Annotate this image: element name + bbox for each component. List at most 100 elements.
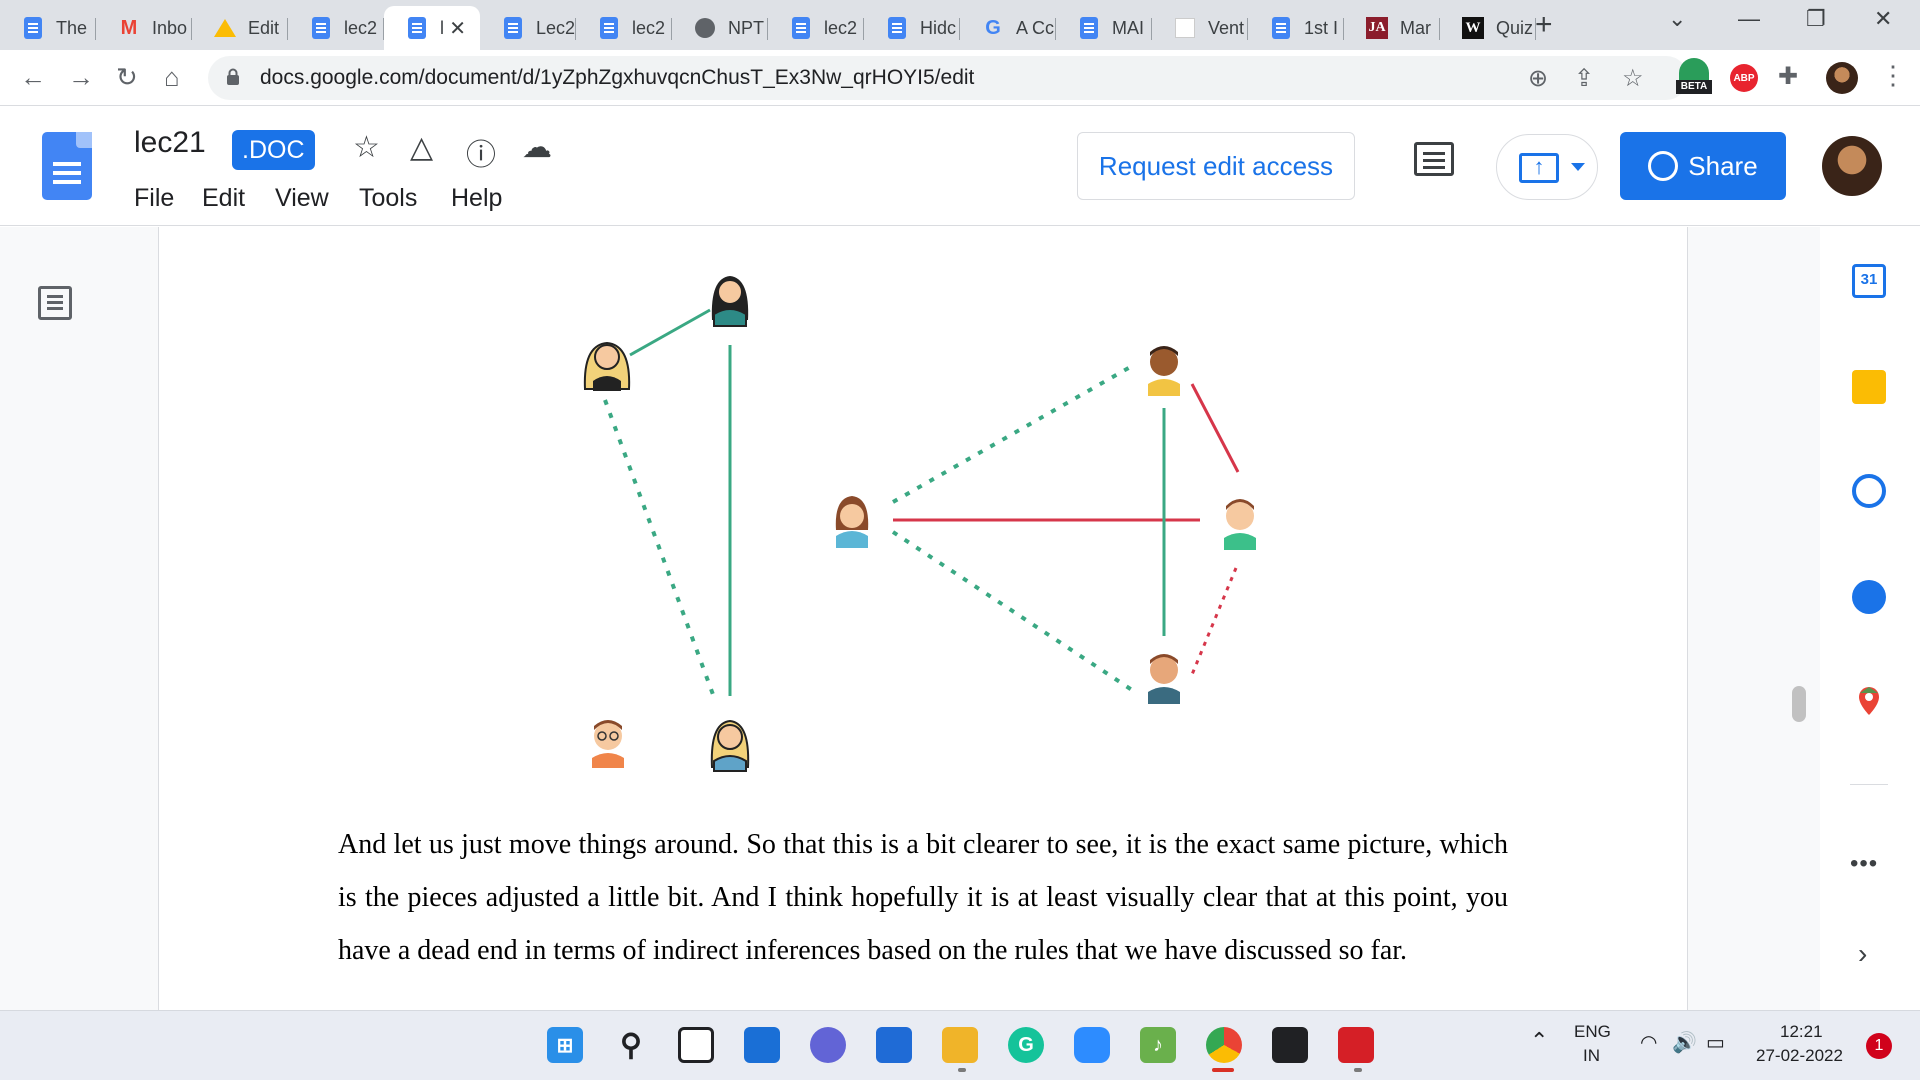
browser-tab[interactable]: M Inbo [96,6,192,50]
docs-logo-icon[interactable] [42,132,92,200]
maps-icon[interactable] [1852,684,1886,718]
globe-icon [694,17,716,39]
music-app-icon[interactable]: ♪ [1140,1027,1176,1063]
tab-search-icon[interactable]: ⌄ [1668,6,1686,32]
doc-format-badge: .DOC [232,130,315,170]
menu-file[interactable]: File [134,184,174,213]
browser-tab[interactable]: lec2 [768,6,864,50]
grammarly-icon[interactable]: G [1008,1027,1044,1063]
chrome-icon[interactable] [1206,1027,1242,1063]
file-explorer-icon[interactable] [942,1027,978,1063]
zoom-app-icon[interactable] [1074,1027,1110,1063]
contacts-icon[interactable] [1852,580,1886,614]
info-icon[interactable]: ⓘ [466,130,496,174]
gmail-icon: M [120,16,138,39]
social-network-diagram [583,276,1256,772]
move-to-drive-icon[interactable]: △ [410,130,433,165]
browser-tab[interactable]: Hidc [864,6,960,50]
browser-tab[interactable]: The [0,6,96,50]
profile-avatar[interactable] [1826,62,1858,94]
minimize-button[interactable]: — [1738,6,1760,32]
tab-label: NPT [728,17,764,38]
acrobat-icon[interactable] [1338,1027,1374,1063]
browser-tab[interactable]: MAI [1056,6,1152,50]
tab-label: lec2 [632,17,666,38]
task-view-icon[interactable] [678,1027,714,1063]
account-avatar[interactable] [1822,136,1882,196]
tab-label: 1st I [1304,17,1339,38]
forward-button[interactable]: → [68,62,94,93]
sticky-notes-icon[interactable] [1272,1027,1308,1063]
docs-icon [790,17,812,39]
browser-tab[interactable]: Edit [192,6,288,50]
w-icon: W [1462,17,1484,39]
tab-label: MAI [1112,17,1145,38]
more-apps-icon[interactable]: ••• [1850,850,1878,878]
share-page-icon[interactable]: ⇪ [1574,64,1594,93]
chevron-right-icon[interactable]: › [1858,938,1867,970]
teams-chat-icon[interactable] [810,1027,846,1063]
edge-positive-inferred [891,530,1134,692]
browser-tab[interactable]: l ✕ [384,6,480,50]
browser-tab[interactable]: W Quiz [1440,6,1536,50]
new-tab-button[interactable]: + [1535,8,1553,42]
share-button[interactable]: Share [1620,132,1786,200]
menu-view[interactable]: View [275,184,329,213]
browser-menu-icon[interactable]: ⋮ [1880,60,1906,91]
zoom-icon[interactable]: ⊕ [1528,64,1548,93]
keep-icon[interactable] [1852,370,1886,404]
language-top[interactable]: ENG [1574,1022,1611,1042]
browser-tab[interactable]: lec2 [288,6,384,50]
tasks-icon[interactable] [1852,474,1886,508]
volume-icon[interactable]: 🔊 [1672,1030,1697,1055]
scrollbar-thumb[interactable] [1792,686,1806,722]
browser-tab[interactable]: G A Cc [960,6,1056,50]
browser-tab[interactable]: lec2 [576,6,672,50]
start-icon[interactable]: ⊞ [547,1027,583,1063]
show-hidden-icons-chevron-icon[interactable]: ⌃ [1530,1028,1548,1054]
tab-label: Hidc [920,17,957,38]
menu-help[interactable]: Help [451,184,502,213]
browser-tab[interactable]: JA Mar [1344,6,1440,50]
docs-icon [406,17,428,39]
browser-tab[interactable]: Vent [1152,6,1248,50]
browser-tab[interactable]: Lec2 [480,6,576,50]
clock-date[interactable]: 27-02-2022 [1756,1046,1843,1066]
restore-button[interactable]: ❐ [1806,6,1826,32]
browser-toolbar: ← → ↻ ⌂ docs.google.com/document/d/1yZph… [0,50,1920,106]
reload-button[interactable]: ↻ [116,62,138,93]
extensions-puzzle-icon[interactable]: ✚ [1778,62,1798,91]
notification-badge[interactable]: 1 [1866,1033,1892,1059]
close-window-button[interactable]: ✕ [1874,6,1892,32]
comment-history-icon[interactable] [1414,142,1454,176]
battery-icon[interactable]: ▭ [1706,1030,1725,1055]
edge-negative-inferred [1189,567,1238,678]
close-tab-icon[interactable]: ✕ [449,16,466,41]
cloud-status-icon[interactable]: ☁ [522,130,552,165]
document-title[interactable]: lec21 [134,126,206,160]
home-button[interactable]: ⌂ [164,62,180,93]
bookmark-star-icon[interactable]: ☆ [1622,64,1644,93]
menu-tools[interactable]: Tools [359,184,417,213]
back-button[interactable]: ← [20,62,46,93]
beta-extension-icon[interactable]: BETA [1676,58,1712,98]
address-bar[interactable]: docs.google.com/document/d/1yZphZgxhuvqc… [208,56,1688,100]
adblock-extension-icon[interactable]: ABP [1730,64,1758,92]
widgets-icon[interactable] [744,1027,780,1063]
request-edit-access-button[interactable]: Request edit access [1077,132,1355,200]
calendar-icon[interactable]: 31 [1852,264,1886,298]
search-icon[interactable]: ⚲ [613,1027,649,1063]
star-icon[interactable]: ☆ [353,130,380,165]
lock-icon[interactable] [226,68,240,86]
url-text[interactable]: docs.google.com/document/d/1yZphZgxhuvqc… [260,66,974,90]
present-button[interactable]: ↑ [1496,134,1598,200]
document-outline-icon[interactable] [38,286,72,320]
wifi-icon[interactable]: ◠ [1640,1030,1657,1055]
share-label: Share [1688,150,1758,181]
browser-tab[interactable]: NPT [672,6,768,50]
browser-tab[interactable]: 1st I [1248,6,1344,50]
clock-time[interactable]: 12:21 [1780,1022,1823,1042]
store-icon[interactable] [876,1027,912,1063]
menu-edit[interactable]: Edit [202,184,245,213]
language-bottom[interactable]: IN [1583,1046,1600,1066]
